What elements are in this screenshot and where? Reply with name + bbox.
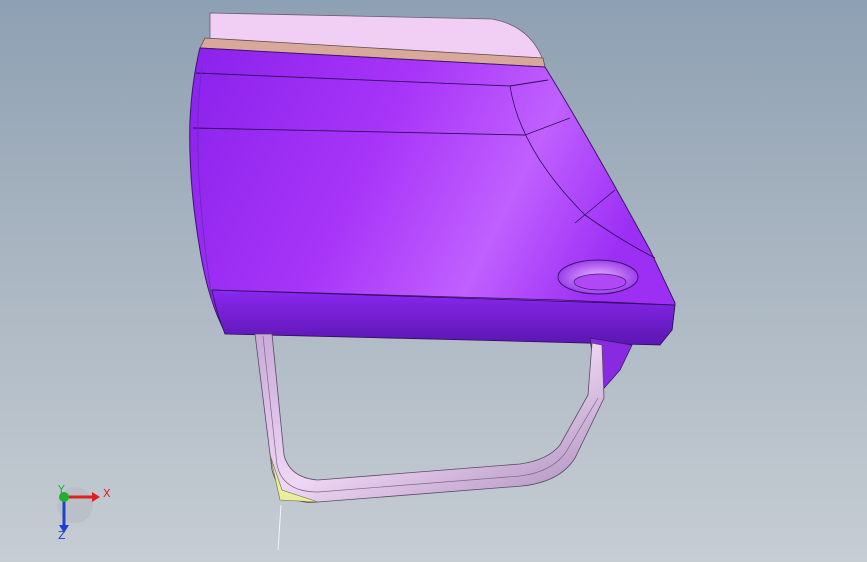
coordinate-triad: [57, 487, 100, 533]
axis-y-label: Y: [58, 483, 65, 496]
cad-3d-viewport[interactable]: X Y Z: [0, 0, 867, 562]
axis-z-label: Z: [58, 529, 66, 542]
axis-x-label: X: [103, 487, 111, 500]
